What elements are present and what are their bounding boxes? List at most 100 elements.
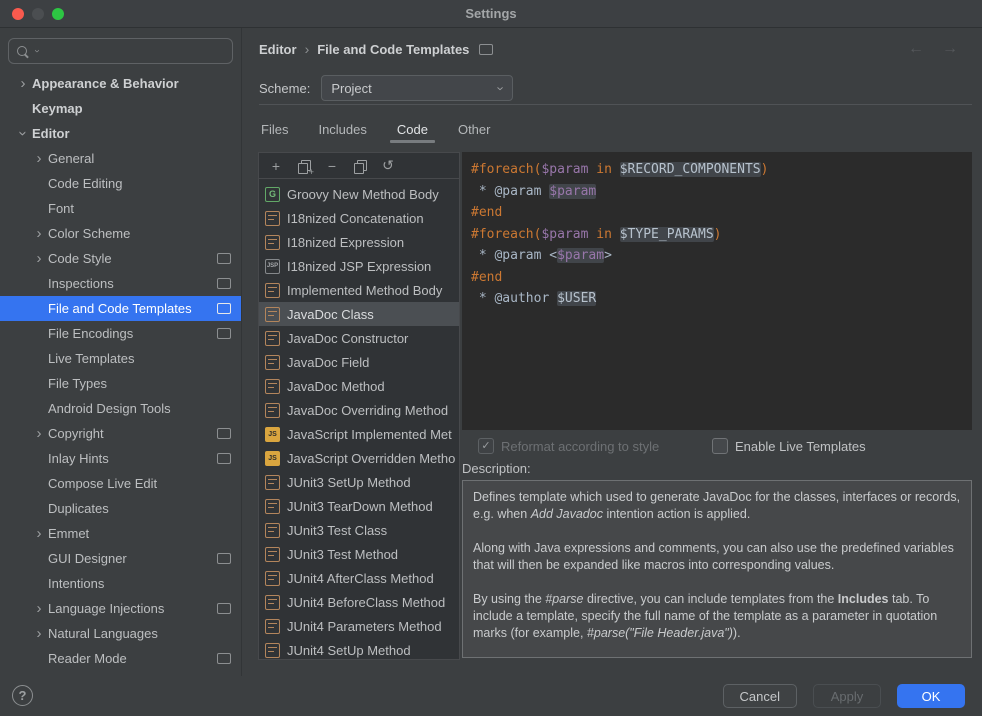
template-item-implemented-method-body[interactable]: Implemented Method Body xyxy=(259,278,459,302)
sidebar-item-android-design-tools[interactable]: Android Design Tools xyxy=(0,396,241,421)
code-line: #end xyxy=(471,202,963,224)
sidebar-item-natural-languages[interactable]: ›Natural Languages xyxy=(0,621,241,646)
sidebar-item-file-and-code-templates[interactable]: File and Code Templates xyxy=(0,296,241,321)
groovy-file-icon: G xyxy=(265,187,280,202)
close-button[interactable] xyxy=(12,8,24,20)
template-item-javadoc-class[interactable]: JavaDoc Class xyxy=(259,302,459,326)
template-item-i18nized-concatenation[interactable]: I18nized Concatenation xyxy=(259,206,459,230)
template-item-i18nized-expression[interactable]: I18nized Expression xyxy=(259,230,459,254)
chevron-icon[interactable]: › xyxy=(30,526,48,541)
cancel-button[interactable]: Cancel xyxy=(723,684,797,708)
sidebar-item-compose-live-edit[interactable]: Compose Live Edit xyxy=(0,471,241,496)
template-item-junit3-setup-method[interactable]: JUnit3 SetUp Method xyxy=(259,470,459,494)
search-field[interactable]: › xyxy=(8,38,233,64)
remove-template-icon[interactable]: − xyxy=(324,158,340,174)
copy-template-icon[interactable] xyxy=(352,158,368,174)
forward-button[interactable]: → xyxy=(942,40,958,58)
chevron-icon[interactable]: › xyxy=(30,226,48,241)
template-item-label: JUnit4 SetUp Method xyxy=(287,643,411,658)
chevron-icon[interactable]: › xyxy=(30,626,48,641)
sidebar-item-duplicates[interactable]: Duplicates xyxy=(0,496,241,521)
help-button[interactable]: ? xyxy=(12,685,33,706)
template-item-junit4-parameters-method[interactable]: JUnit4 Parameters Method xyxy=(259,614,459,638)
scheme-select[interactable]: Project › xyxy=(321,75,513,101)
create-from-template-icon[interactable]: + xyxy=(296,158,312,174)
template-item-junit3-test-method[interactable]: JUnit3 Test Method xyxy=(259,542,459,566)
sidebar-item-keymap[interactable]: Keymap xyxy=(0,96,241,121)
ok-button[interactable]: OK xyxy=(897,684,965,708)
code-line: * @author $USER xyxy=(471,288,963,310)
sidebar-item-font[interactable]: Font xyxy=(0,196,241,221)
titlebar: Settings xyxy=(0,0,982,28)
reset-template-icon[interactable]: ↺ xyxy=(380,158,396,174)
sidebar-item-live-templates[interactable]: Live Templates xyxy=(0,346,241,371)
template-item-label: I18nized Concatenation xyxy=(287,211,424,226)
back-button[interactable]: ← xyxy=(908,40,924,58)
chevron-icon[interactable]: › xyxy=(16,125,31,143)
tab-files[interactable]: Files xyxy=(259,116,290,143)
apply-button[interactable]: Apply xyxy=(813,684,881,708)
sidebar-item-copyright[interactable]: ›Copyright xyxy=(0,421,241,446)
js-file-icon: JS xyxy=(265,427,280,442)
template-content-editor[interactable]: #foreach($param in $RECORD_COMPONENTS) *… xyxy=(462,152,972,430)
sidebar-item-gui-designer[interactable]: GUI Designer xyxy=(0,546,241,571)
chevron-icon[interactable]: › xyxy=(30,601,48,616)
sidebar-item-label: Color Scheme xyxy=(48,226,130,241)
template-item-javadoc-method[interactable]: JavaDoc Method xyxy=(259,374,459,398)
template-item-label: JUnit3 TearDown Method xyxy=(287,499,433,514)
search-input[interactable] xyxy=(43,44,224,59)
sidebar-item-editor[interactable]: ›Editor xyxy=(0,121,241,146)
template-item-javadoc-overriding-method[interactable]: JavaDoc Overriding Method xyxy=(259,398,459,422)
template-item-javascript-overridden-metho[interactable]: JSJavaScript Overridden Metho xyxy=(259,446,459,470)
sidebar-item-language-injections[interactable]: ›Language Injections xyxy=(0,596,241,621)
tab-other[interactable]: Other xyxy=(456,116,493,143)
template-item-junit4-beforeclass-method[interactable]: JUnit4 BeforeClass Method xyxy=(259,590,459,614)
sidebar-item-code-style[interactable]: ›Code Style xyxy=(0,246,241,271)
sidebar-item-general[interactable]: ›General xyxy=(0,146,241,171)
breadcrumb-item-file-and-code-templates[interactable]: File and Code Templates xyxy=(317,42,469,57)
template-item-javascript-implemented-met[interactable]: JSJavaScript Implemented Met xyxy=(259,422,459,446)
template-item-javadoc-constructor[interactable]: JavaDoc Constructor xyxy=(259,326,459,350)
live-templates-checkbox[interactable] xyxy=(712,438,728,454)
window-title: Settings xyxy=(465,6,516,21)
minimize-button[interactable] xyxy=(32,8,44,20)
tab-code[interactable]: Code xyxy=(395,116,430,143)
template-item-junit3-teardown-method[interactable]: JUnit3 TearDown Method xyxy=(259,494,459,518)
chevron-icon[interactable]: › xyxy=(30,426,48,441)
sidebar-item-code-editing[interactable]: Code Editing xyxy=(0,171,241,196)
template-item-groovy-new-method-body[interactable]: GGroovy New Method Body xyxy=(259,182,459,206)
sidebar-item-color-scheme[interactable]: ›Color Scheme xyxy=(0,221,241,246)
template-item-junit3-test-class[interactable]: JUnit3 Test Class xyxy=(259,518,459,542)
project-config-icon xyxy=(217,428,231,439)
sidebar-item-reader-mode[interactable]: Reader Mode xyxy=(0,646,241,671)
sidebar-item-file-encodings[interactable]: File Encodings xyxy=(0,321,241,346)
template-item-i18nized-jsp-expression[interactable]: JSPI18nized JSP Expression xyxy=(259,254,459,278)
chevron-icon[interactable]: › xyxy=(30,151,48,166)
breadcrumb-item-editor[interactable]: Editor xyxy=(259,42,297,57)
description-paragraph: By using the #parse directive, you can i… xyxy=(473,591,961,642)
search-icon xyxy=(17,45,30,58)
sidebar-item-label: Android Design Tools xyxy=(48,401,171,416)
sidebar-item-inlay-hints[interactable]: Inlay Hints xyxy=(0,446,241,471)
template-item-junit4-setup-method[interactable]: JUnit4 SetUp Method xyxy=(259,638,459,659)
template-item-junit4-afterclass-method[interactable]: JUnit4 AfterClass Method xyxy=(259,566,459,590)
sidebar-item-intentions[interactable]: Intentions xyxy=(0,571,241,596)
sidebar-item-appearance-behavior[interactable]: ›Appearance & Behavior xyxy=(0,71,241,96)
chevron-icon[interactable]: › xyxy=(14,76,32,91)
sidebar-item-label: Inlay Hints xyxy=(48,451,109,466)
sidebar-item-file-types[interactable]: File Types xyxy=(0,371,241,396)
add-template-icon[interactable]: + xyxy=(268,158,284,174)
reformat-checkbox[interactable]: ✓ xyxy=(478,438,494,454)
tab-includes[interactable]: Includes xyxy=(316,116,368,143)
chevron-icon[interactable]: › xyxy=(30,251,48,266)
sidebar-item-inspections[interactable]: Inspections xyxy=(0,271,241,296)
divider xyxy=(259,104,972,105)
template-list: GGroovy New Method Body I18nized Concaten… xyxy=(259,179,459,659)
template-item-javadoc-field[interactable]: JavaDoc Field xyxy=(259,350,459,374)
template-file-icon xyxy=(265,523,280,538)
template-item-label: JUnit4 Parameters Method xyxy=(287,619,442,634)
zoom-button[interactable] xyxy=(52,8,64,20)
template-item-label: JavaScript Overridden Metho xyxy=(287,451,455,466)
sidebar-item-label: Emmet xyxy=(48,526,89,541)
sidebar-item-emmet[interactable]: ›Emmet xyxy=(0,521,241,546)
